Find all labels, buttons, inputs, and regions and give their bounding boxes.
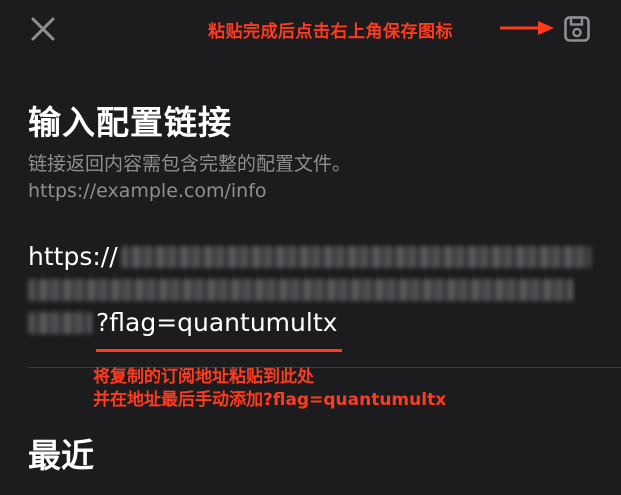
paste-instruction-line1: 将复制的订阅地址粘贴到此处: [93, 367, 314, 387]
redacted-url-segment: [28, 278, 573, 301]
page-title: 输入配置链接: [28, 103, 232, 142]
arrow-right-icon: [500, 21, 554, 35]
close-icon: [31, 17, 55, 41]
recent-heading: 最近: [28, 436, 94, 475]
floppy-disk-icon: [564, 16, 590, 42]
link-suffix: ?flag=quantumultx: [96, 308, 338, 337]
link-line-1: https://: [28, 240, 593, 273]
close-button[interactable]: [26, 12, 60, 46]
redacted-url-segment: [120, 245, 591, 268]
paste-instruction-annotation: 将复制的订阅地址粘贴到此处 并在地址最后手动添加?flag=quantumult…: [93, 366, 446, 412]
link-line-3: ?flag=quantumultx: [28, 306, 593, 339]
redacted-url-segment: [28, 311, 92, 334]
paste-instruction-line2: 并在地址最后手动添加?flag=quantumultx: [93, 390, 447, 410]
example-url: https://example.com/info: [28, 180, 267, 202]
save-button[interactable]: [558, 10, 596, 48]
link-line-2: [28, 273, 593, 306]
link-prefix: https://: [28, 242, 118, 271]
description-text: 链接返回内容需包含完整的配置文件。: [28, 153, 352, 175]
description: 链接返回内容需包含完整的配置文件。 https://example.com/in…: [28, 151, 351, 205]
flag-underline: [96, 349, 342, 352]
link-input[interactable]: https:// ?flag=quantumultx: [28, 240, 593, 339]
save-instruction-annotation: 粘贴完成后点击右上角保存图标: [208, 22, 453, 42]
